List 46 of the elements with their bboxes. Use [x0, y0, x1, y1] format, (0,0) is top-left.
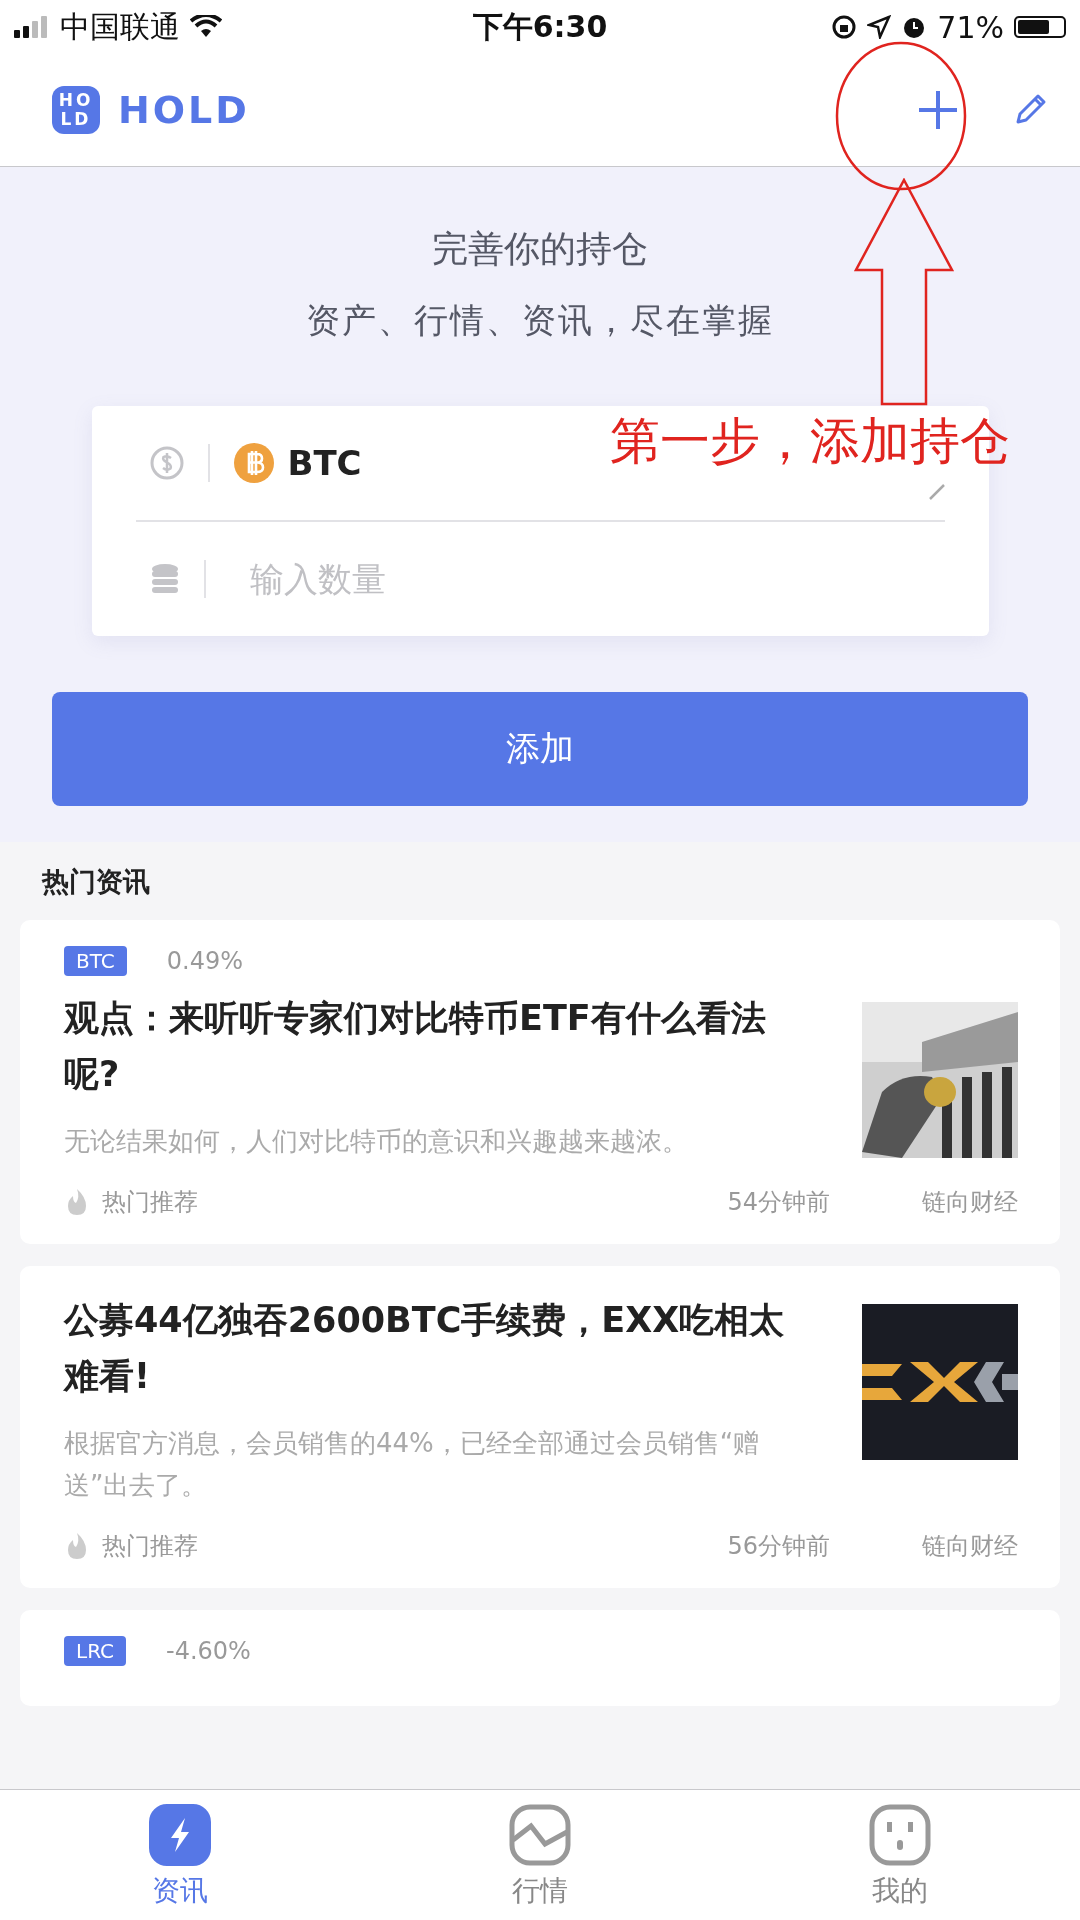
coin-tag: LRC — [64, 1636, 126, 1666]
price-change: -4.60% — [166, 1637, 251, 1665]
battery-percent: 71% — [937, 9, 1004, 45]
news-summary: 根据官方消息，会员销售的44%，已经全部通过会员销售“赠送”出去了。 — [64, 1427, 761, 1502]
hero-subtitle: 资产、行情、资讯，尽在掌握 — [306, 299, 774, 342]
annotation-text: 第一步，添加持仓 — [610, 411, 1010, 472]
socket-icon — [869, 1804, 931, 1866]
tab-item[interactable]: 行情 — [450, 1790, 630, 1920]
clock-time: 下午6:30 — [472, 7, 608, 46]
logo-icon: HO LD — [52, 86, 100, 134]
coin-selector[interactable]: BTC — [233, 443, 362, 483]
recommend-label: 热门推荐 — [102, 1187, 199, 1218]
news-title: 观点：来听听专家们对比特币ETF有什么看法呢? — [64, 997, 767, 1096]
wifi-icon — [190, 15, 222, 39]
chevron-icon — [928, 484, 945, 500]
arrow-icon — [854, 178, 954, 406]
battery-icon — [1014, 16, 1066, 38]
add-button[interactable] — [916, 88, 960, 132]
bitcoin-icon — [233, 443, 274, 483]
signal-icon — [14, 16, 50, 38]
tab-item[interactable]: 资讯 — [90, 1790, 270, 1920]
recommend-label: 热门推荐 — [102, 1531, 199, 1562]
rotation-lock-icon — [831, 14, 858, 40]
coin-stack-icon — [149, 562, 180, 596]
section-title: 热门资讯 — [40, 865, 151, 899]
carrier-name: 中国联通 — [60, 7, 180, 46]
location-icon — [867, 15, 892, 39]
chart-icon — [509, 1804, 571, 1866]
publish-time: 54分钟前 — [727, 1187, 830, 1218]
tab-item[interactable]: 我的 — [810, 1790, 990, 1920]
news-title: 公募44亿独吞2600BTC手续费，EXX吃相太难看! — [64, 1299, 786, 1398]
news-card[interactable]: 公募44亿独吞2600BTC手续费，EXX吃相太难看! 根据官方消息，会员销售的44%，已经全部通过会员销售“赠送”出去了。 热门推荐 56分钟前 链向财经 — [20, 1266, 1060, 1588]
news-card[interactable]: LRC -4.60% — [20, 1610, 1060, 1706]
publish-time: 56分钟前 — [727, 1531, 830, 1562]
news-source: 链向财经 — [922, 1531, 1018, 1562]
amount-input[interactable]: 输入数量 — [229, 559, 945, 599]
news-source: 链向财经 — [922, 1187, 1018, 1218]
app-logo-text: HOLD — [118, 88, 250, 132]
dollar-icon — [149, 446, 184, 480]
news-summary: 无论结果如何，人们对比特币的意识和兴趣越来越浓。 — [64, 1125, 689, 1158]
lightning-icon — [149, 1804, 211, 1866]
news-card[interactable]: BTC 0.49% 观点：来听听专家们对比特币ETF有什么看法呢? 无论结果如何，人们对比特币的意识和兴趣越来越浓。 热门推荐 54分钟前 链向财经 — [20, 920, 1060, 1244]
price-change: 0.49% — [166, 947, 243, 975]
add-submit-button[interactable]: 添加 — [52, 692, 1028, 806]
coin-tag: BTC — [64, 946, 127, 976]
hero-title: 完善你的持仓 — [432, 227, 648, 271]
